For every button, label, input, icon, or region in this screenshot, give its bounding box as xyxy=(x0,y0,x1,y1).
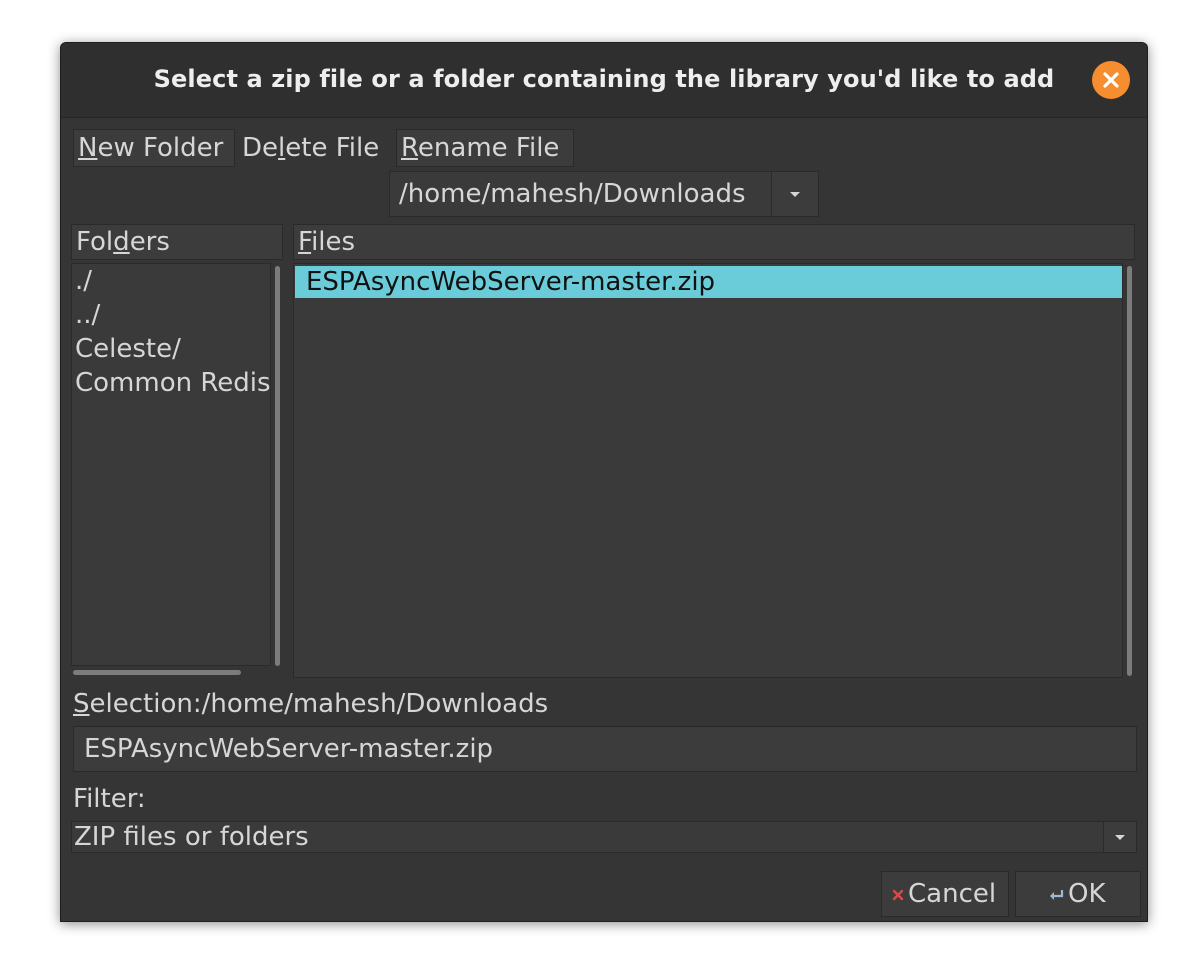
ok-enter-icon xyxy=(1050,889,1064,900)
mnemonic-letter: d xyxy=(113,227,130,257)
folder-item-parent[interactable]: ../ xyxy=(72,298,270,332)
cancel-label: Cancel xyxy=(908,879,997,909)
folders-list[interactable]: ./ ../ Celeste/ Common Redis xyxy=(71,263,271,666)
filter-selected: ZIP files or folders xyxy=(74,822,309,852)
cancel-x-icon xyxy=(892,889,904,900)
mnemonic-letter: S xyxy=(73,689,90,719)
selection-input[interactable]: ESPAsyncWebServer-master.zip xyxy=(73,726,1137,772)
filter-dropdown-button[interactable] xyxy=(1103,822,1136,852)
selection-label: Selection:/home/mahesh/Downloads xyxy=(73,687,548,721)
chevron-down-icon xyxy=(1115,835,1125,840)
files-header: Files xyxy=(293,224,1135,260)
path-combobox[interactable]: /home/mahesh/Downloads xyxy=(389,171,819,217)
delete-file-button[interactable]: Delete File xyxy=(237,129,395,167)
chevron-down-icon xyxy=(790,192,800,197)
folder-item-current[interactable]: ./ xyxy=(72,264,270,298)
folders-horizontal-scrollbar[interactable] xyxy=(73,670,241,675)
selection-path: /home/mahesh/Downloads xyxy=(201,689,549,719)
folders-vertical-scrollbar[interactable] xyxy=(275,266,280,666)
ok-label: OK xyxy=(1068,879,1106,909)
filter-label: Filter: xyxy=(73,784,146,814)
files-vertical-scrollbar[interactable] xyxy=(1127,266,1132,676)
button-label: ename File xyxy=(417,133,560,163)
path-dropdown-button[interactable] xyxy=(771,172,818,216)
files-list[interactable]: ESPAsyncWebServer-master.zip xyxy=(293,263,1123,678)
folder-item-celeste[interactable]: Celeste/ xyxy=(72,332,270,366)
header-label: iles xyxy=(311,227,356,257)
title-bar: Select a zip file or a folder containing… xyxy=(61,43,1147,118)
rename-file-button[interactable]: Rename File xyxy=(396,129,574,167)
dialog-title: Select a zip file or a folder containing… xyxy=(153,65,1055,93)
button-label: ew Folder xyxy=(97,133,224,163)
folder-item-common-redis[interactable]: Common Redis xyxy=(72,366,270,400)
mnemonic-letter: F xyxy=(298,227,312,257)
file-chooser-dialog: Select a zip file or a folder containing… xyxy=(60,42,1148,922)
close-button[interactable] xyxy=(1092,61,1130,99)
header-label: ers xyxy=(129,227,170,257)
cancel-button[interactable]: Cancel xyxy=(881,871,1009,917)
header-label: Fol xyxy=(76,227,114,257)
mnemonic-letter: R xyxy=(401,133,418,163)
file-item-selected[interactable]: ESPAsyncWebServer-master.zip xyxy=(295,266,1122,298)
filter-combobox[interactable]: ZIP files or folders xyxy=(71,821,1137,853)
close-icon xyxy=(1103,72,1119,88)
selection-label-text: election: xyxy=(89,689,202,719)
button-label: ete File xyxy=(285,133,380,163)
mnemonic-letter: N xyxy=(78,133,98,163)
ok-button[interactable]: OK xyxy=(1015,871,1141,917)
current-path: /home/mahesh/Downloads xyxy=(399,179,746,209)
folders-header: Folders xyxy=(71,224,283,260)
new-folder-button[interactable]: New Folder xyxy=(73,129,235,167)
button-label: De xyxy=(242,133,279,163)
